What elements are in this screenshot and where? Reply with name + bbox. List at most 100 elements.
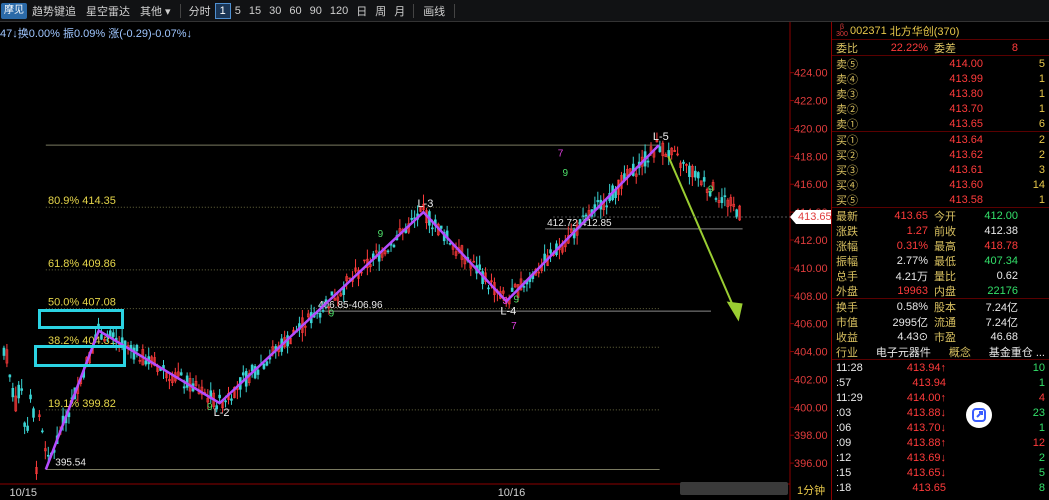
candle-body	[41, 430, 44, 433]
candle-body	[694, 170, 697, 178]
share-icon	[972, 408, 986, 422]
tick-row[interactable]: :18 413.65 8	[832, 480, 1049, 495]
stat-label: 市值	[836, 316, 858, 329]
ask-row[interactable]: 卖① 413.65 6	[832, 116, 1049, 131]
book-price: 414.00	[949, 57, 983, 70]
quote-value: 418.78	[984, 239, 1018, 252]
chart-scrollbar[interactable]	[680, 482, 788, 495]
bid-row[interactable]: 买② 413.62 2	[832, 147, 1049, 162]
candle-body	[549, 249, 552, 254]
candle-body	[218, 394, 221, 399]
tick-row[interactable]: :57 413.94 1	[832, 375, 1049, 390]
y-tick-label: 406.00	[794, 319, 828, 331]
other-menu[interactable]: 其他 ▾	[135, 3, 176, 19]
bid-row[interactable]: 买⑤ 413.58 1	[832, 192, 1049, 207]
candle-body	[714, 198, 718, 200]
tick-row[interactable]: :09 413.88↑ 12	[832, 435, 1049, 450]
price-chart[interactable]: 424.00422.00420.00418.00416.00414.00412.…	[0, 22, 831, 500]
wave-count-label: 9	[329, 309, 335, 320]
candle-body	[487, 287, 490, 290]
chart-canvas[interactable]: 424.00422.00420.00418.00416.00414.00412.…	[0, 22, 831, 500]
stock-code: 002371	[850, 24, 887, 37]
period-120min[interactable]: 120	[326, 5, 352, 17]
book-price: 413.60	[949, 178, 983, 191]
ask-row[interactable]: 卖④ 413.99 1	[832, 71, 1049, 86]
tick-row[interactable]: 11:29 414.00↑ 4	[832, 390, 1049, 405]
last-price-tag: 413.65	[790, 210, 836, 224]
ask-row[interactable]: 卖③ 413.80 1	[832, 86, 1049, 101]
period-5min[interactable]: 5	[231, 5, 245, 17]
period-15min[interactable]: 15	[245, 5, 265, 17]
candle-body	[448, 242, 452, 245]
intraday-period[interactable]: 分时	[185, 3, 215, 19]
tick-volume: 23	[1032, 406, 1045, 419]
candle-body	[100, 334, 103, 340]
trend-chase-tab[interactable]: 趋势键追	[27, 3, 81, 19]
quote-row: 涨跌 1.27 前收 412.38	[832, 223, 1049, 238]
candle-body	[605, 205, 608, 208]
quote-label: 振幅	[836, 255, 858, 268]
y-tick-label: 422.00	[794, 96, 828, 108]
period-week[interactable]: 周	[371, 3, 390, 19]
radar-tab[interactable]: 星空雷达	[81, 3, 135, 19]
candle-body	[330, 291, 334, 296]
book-price: 413.58	[949, 193, 983, 206]
period-1min[interactable]: 1	[214, 2, 231, 19]
tick-row[interactable]: :03 413.88↓ 23	[832, 405, 1049, 420]
book-volume: 3	[1038, 163, 1045, 176]
industry-value[interactable]: 电子元器件	[876, 344, 931, 360]
tick-price: 413.65↓	[906, 466, 946, 479]
tick-row[interactable]: :06 413.70↓ 1	[832, 420, 1049, 435]
candle-body	[386, 250, 390, 253]
weibi-value: 22.22%	[890, 41, 928, 54]
period-day[interactable]: 日	[352, 3, 371, 19]
fib-50-highlight	[38, 309, 124, 329]
toolbar-divider	[454, 3, 456, 18]
ask-row[interactable]: 卖⑤ 414.00 5	[832, 56, 1049, 71]
period-month[interactable]: 月	[390, 3, 409, 19]
ask-row[interactable]: 卖② 413.70 1	[832, 101, 1049, 116]
quote-label: 最新	[836, 210, 858, 223]
period-30min[interactable]: 30	[265, 5, 285, 17]
quote-row: 外盘 19963 内盘 22176	[832, 283, 1049, 298]
quote-value: 22176	[987, 284, 1018, 297]
candle-body	[135, 345, 139, 352]
candle-body	[11, 387, 15, 398]
book-price: 413.64	[949, 133, 983, 146]
y-tick-label: 402.00	[794, 374, 828, 386]
wave-count-label: 9	[207, 402, 213, 413]
book-volume: 14	[1032, 178, 1045, 191]
quote-label: 量比	[934, 270, 956, 283]
bid-row[interactable]: 买① 413.64 2	[832, 132, 1049, 147]
tick-price: 413.65	[912, 481, 946, 494]
candle-body	[431, 227, 434, 230]
draw-line-tool[interactable]: 画线	[418, 3, 450, 19]
tick-time: 11:28	[836, 361, 863, 374]
share-button[interactable]	[966, 402, 992, 428]
wave-count-label: 9	[708, 185, 714, 196]
mode-chip[interactable]: 摩见	[1, 2, 27, 19]
book-volume: 1	[1038, 102, 1045, 115]
candle-body	[17, 384, 21, 399]
period-90min[interactable]: 90	[306, 5, 326, 17]
bid-row[interactable]: 买④ 413.60 14	[832, 177, 1049, 192]
wave-point-label: L-4	[500, 305, 516, 317]
y-tick-label: 396.00	[794, 458, 828, 470]
period-60min[interactable]: 60	[285, 5, 305, 17]
book-volume: 2	[1038, 133, 1045, 146]
bid-row[interactable]: 买③ 413.61 3	[832, 162, 1049, 177]
candle-body	[241, 372, 245, 376]
tick-row[interactable]: :12 413.69↓ 2	[832, 450, 1049, 465]
concept-label: 概念	[948, 346, 971, 359]
tick-row[interactable]: :15 413.65↓ 5	[832, 465, 1049, 480]
toolbar-divider	[179, 3, 181, 18]
x-tick-label: 10/15	[9, 487, 37, 499]
candle-body	[723, 195, 727, 198]
quote-value: 412.38	[984, 224, 1018, 237]
stat-row: 换手 0.58% 股本 7.24亿	[832, 299, 1049, 314]
tick-time: :06	[836, 421, 852, 434]
low-price-label: 395.54	[55, 457, 86, 468]
candle-body	[132, 347, 136, 360]
tick-row[interactable]: 11:28 413.94↑ 10	[832, 360, 1049, 375]
concept-value[interactable]: 基金重仓 ...	[989, 344, 1045, 360]
